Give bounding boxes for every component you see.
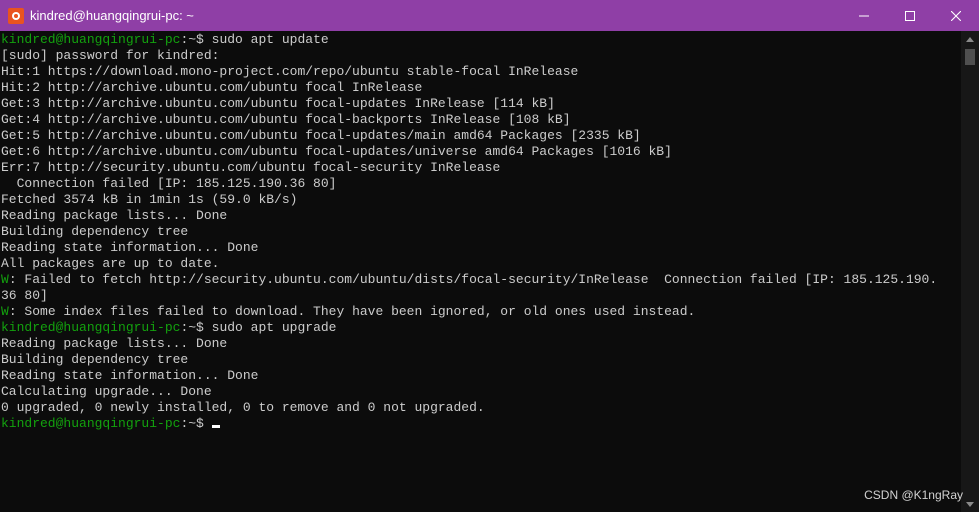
warning-text: : Some index files failed to download. T… bbox=[8, 304, 696, 319]
prompt-user: kindred@huangqingrui-pc bbox=[1, 320, 181, 335]
terminal-line: Hit:2 http://archive.ubuntu.com/ubuntu f… bbox=[1, 80, 423, 95]
warning-text: : Failed to fetch http://security.ubuntu… bbox=[8, 272, 938, 287]
text-cursor bbox=[211, 425, 220, 428]
prompt-user: kindred@huangqingrui-pc bbox=[1, 32, 181, 47]
terminal-line: kindred@huangqingrui-pc:~$ bbox=[1, 416, 220, 432]
terminal-line: Reading state information... Done bbox=[1, 368, 259, 383]
terminal-output[interactable]: kindred@huangqingrui-pc:~$ sudo apt upda… bbox=[0, 31, 961, 512]
close-icon bbox=[951, 10, 961, 21]
scroll-up-icon bbox=[966, 36, 974, 42]
command-text: sudo apt upgrade bbox=[211, 320, 337, 335]
minimize-icon bbox=[859, 15, 869, 16]
warning-tag: W bbox=[1, 272, 9, 287]
maximize-button[interactable] bbox=[887, 0, 933, 31]
terminal-line: Err:7 http://security.ubuntu.com/ubuntu … bbox=[1, 160, 501, 175]
terminal-line: Hit:1 https://download.mono-project.com/… bbox=[1, 64, 579, 79]
scroll-down-arrow[interactable] bbox=[961, 496, 979, 512]
terminal-line: [sudo] password for kindred: bbox=[1, 48, 220, 63]
scroll-up-arrow[interactable] bbox=[961, 31, 979, 47]
terminal-line: All packages are up to date. bbox=[1, 256, 220, 271]
watermark: CSDN @K1ngRay bbox=[864, 488, 963, 502]
prompt-separator: :~$ bbox=[180, 32, 212, 47]
scroll-down-icon bbox=[966, 501, 974, 507]
terminal-line: kindred@huangqingrui-pc:~$ sudo apt upgr… bbox=[1, 320, 336, 336]
window-controls bbox=[841, 0, 979, 31]
title-bar[interactable]: kindred@huangqingrui-pc: ~ bbox=[0, 0, 979, 31]
terminal-line: Building dependency tree bbox=[1, 352, 189, 367]
terminal-line: Building dependency tree bbox=[1, 224, 189, 239]
prompt-separator: :~$ bbox=[180, 416, 212, 431]
vertical-scrollbar[interactable] bbox=[961, 31, 979, 512]
warning-line: W: Failed to fetch http://security.ubunt… bbox=[1, 272, 937, 288]
terminal-line: Get:3 http://archive.ubuntu.com/ubuntu f… bbox=[1, 96, 555, 111]
terminal-line: kindred@huangqingrui-pc:~$ sudo apt upda… bbox=[1, 32, 329, 48]
terminal-line: Reading package lists... Done bbox=[1, 336, 228, 351]
maximize-icon bbox=[905, 10, 915, 21]
window-title: kindred@huangqingrui-pc: ~ bbox=[30, 8, 194, 23]
terminal-line: Connection failed [IP: 185.125.190.36 80… bbox=[1, 176, 337, 191]
terminal-line: Reading package lists... Done bbox=[1, 208, 228, 223]
terminal-line: Get:5 http://archive.ubuntu.com/ubuntu f… bbox=[1, 128, 641, 143]
terminal-line: Fetched 3574 kB in 1min 1s (59.0 kB/s) bbox=[1, 192, 298, 207]
minimize-button[interactable] bbox=[841, 0, 887, 31]
close-button[interactable] bbox=[933, 0, 979, 31]
terminal-line: Reading state information... Done bbox=[1, 240, 259, 255]
command-text: sudo apt update bbox=[211, 32, 329, 47]
ubuntu-app-icon[interactable] bbox=[8, 7, 24, 24]
terminal-line: 36 80] bbox=[1, 288, 48, 303]
prompt-user: kindred@huangqingrui-pc bbox=[1, 416, 181, 431]
terminal-line: Calculating upgrade... Done bbox=[1, 384, 212, 399]
terminal-line: Get:6 http://archive.ubuntu.com/ubuntu f… bbox=[1, 144, 672, 159]
terminal-line: 0 upgraded, 0 newly installed, 0 to remo… bbox=[1, 400, 485, 415]
scrollbar-thumb[interactable] bbox=[965, 49, 975, 65]
terminal-window: kindred@huangqingrui-pc: ~ kindred@huang… bbox=[0, 0, 979, 512]
warning-tag: W bbox=[1, 304, 9, 319]
terminal-line: Get:4 http://archive.ubuntu.com/ubuntu f… bbox=[1, 112, 571, 127]
prompt-separator: :~$ bbox=[180, 320, 212, 335]
warning-line: W: Some index files failed to download. … bbox=[1, 304, 695, 320]
